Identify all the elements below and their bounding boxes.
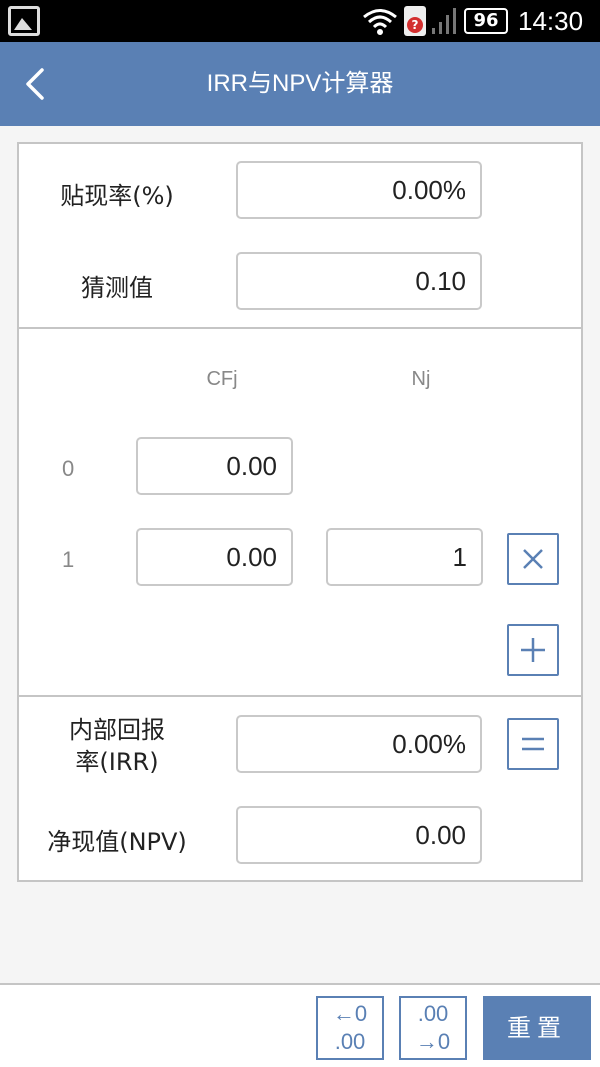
close-icon [523,549,543,569]
cf-input-0[interactable]: 0.00 [136,437,293,495]
decrease-decimals-top: ←0 [332,1001,368,1026]
clock: 14:30 [518,6,584,36]
row-index-1: 1 [62,547,75,572]
sim-alert-icon: ? [404,6,426,36]
increase-decimals-button[interactable]: .00 →0 [399,996,467,1060]
chevron-left-icon[interactable] [18,62,58,106]
irr-label-line1: 内部回报 [69,716,165,744]
divider [19,695,581,697]
n-input-1[interactable]: 1 [326,528,483,586]
guess-input[interactable]: 0.10 [236,252,482,310]
discount-rate-label: 贴现率(%) [60,182,174,210]
equals-icon [522,737,544,751]
add-row-button[interactable] [507,624,559,676]
signal-icon [432,8,456,34]
increase-decimals-top: .00 [417,1001,449,1026]
discount-rate-input[interactable]: 0.00% [236,161,482,219]
npv-output: 0.00 [236,806,482,864]
bottom-toolbar: ←0 .00 .00 →0 重置 [0,983,600,1067]
calculate-button[interactable] [507,718,559,770]
row-index-0: 0 [62,456,75,481]
remove-row-button[interactable] [507,533,559,585]
decrease-decimals-button[interactable]: ←0 .00 [316,996,384,1060]
plus-icon [521,638,545,662]
calculator-card: 贴现率(%) 0.00% 猜测值 0.10 CFj Nj 0 0.00 1 0.… [17,142,583,882]
status-bar: ? 96 14:30 [0,0,600,42]
gallery-icon [8,6,40,36]
page-title: IRR与NPV计算器 [206,70,394,97]
reset-button[interactable]: 重置 [483,996,591,1060]
irr-output: 0.00% [236,715,482,773]
decrease-decimals-bottom: .00 [334,1029,366,1054]
cf-input-1[interactable]: 0.00 [136,528,293,586]
irr-label-line2: 率(IRR) [75,748,159,776]
increase-decimals-bottom: →0 [415,1029,451,1054]
guess-label: 猜测值 [81,274,153,302]
divider [19,327,581,329]
column-header-n: Nj [411,368,431,390]
column-header-cf: CFj [206,368,238,390]
irr-label: 内部回报 率(IRR) [19,714,215,778]
app-header: IRR与NPV计算器 [0,42,600,126]
battery-icon: 96 [464,8,508,34]
wifi-icon [363,9,397,35]
npv-label: 净现值(NPV) [47,828,187,856]
